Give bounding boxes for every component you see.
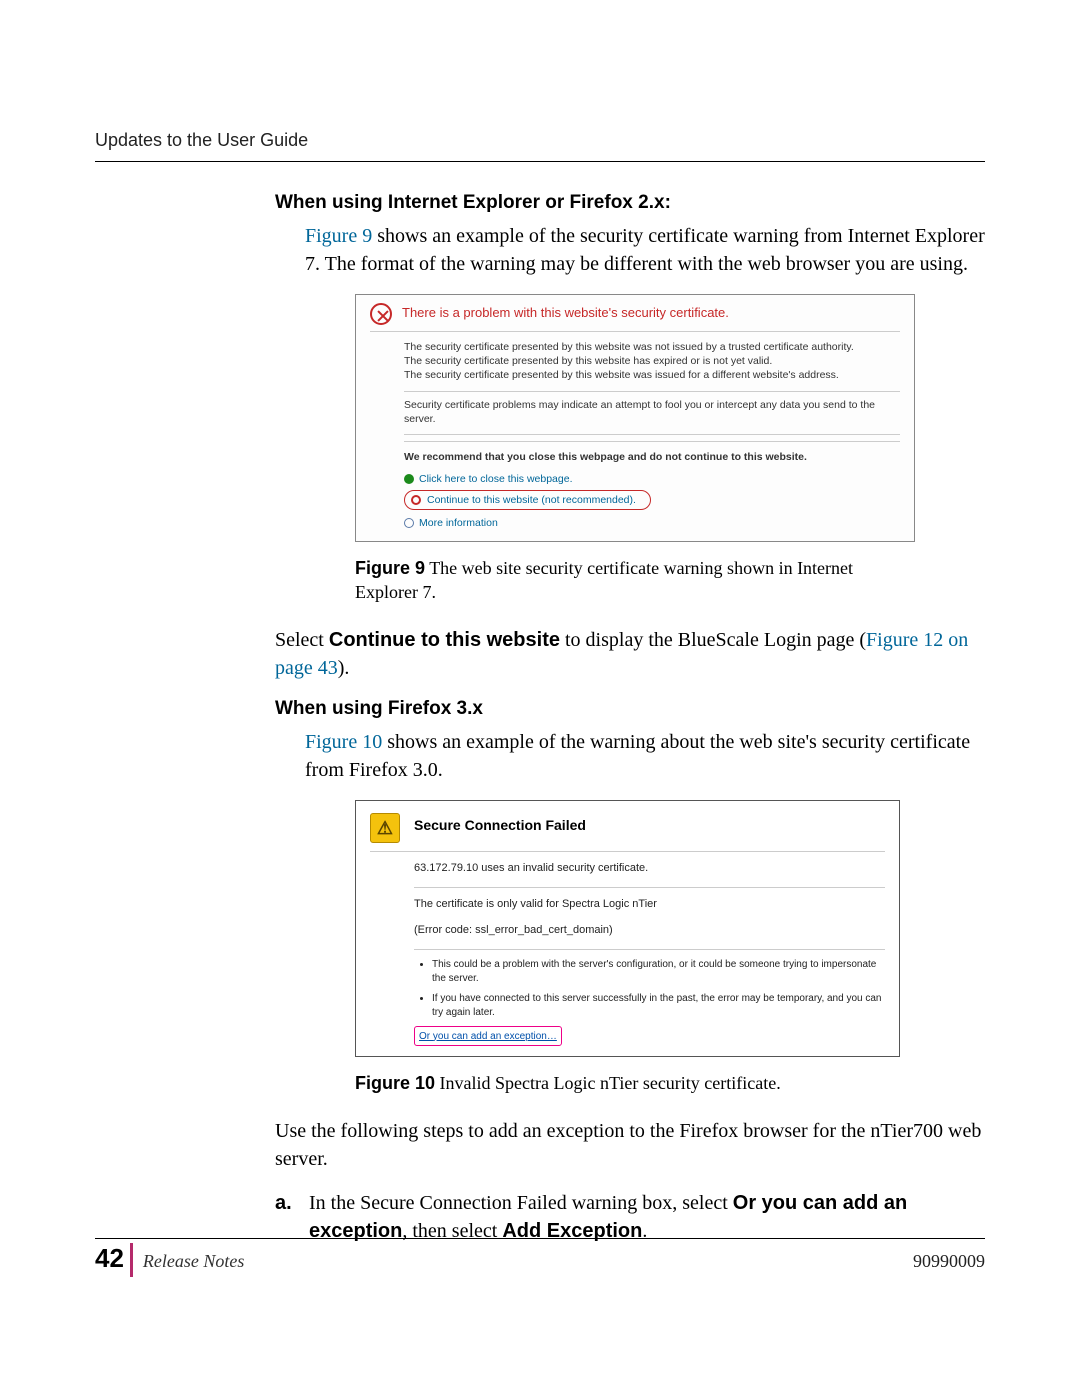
ff-bullet-2: If you have connected to this server suc… — [432, 992, 885, 1020]
warning-circle-icon — [411, 495, 421, 505]
figure9-caption: Figure 9 The web site security certifica… — [355, 556, 895, 605]
paragraph-intro-ie: Figure 9 shows an example of the securit… — [305, 222, 985, 278]
ff-detail-1: 63.172.79.10 uses an invalid security ce… — [414, 860, 885, 877]
ie-continue-link[interactable]: Continue to this website (not recommende… — [427, 493, 636, 507]
ff-add-exception-link[interactable]: Or you can add an exception… — [419, 1031, 557, 1042]
figure-firefox-warning-box: ⚠ Secure Connection Failed 63.172.79.10 … — [355, 800, 900, 1057]
ie-detail-1: The security certificate presented by th… — [404, 340, 900, 383]
footer-doc-title: Release Notes — [143, 1251, 913, 1272]
paragraph-select-continue: Select Continue to this website to displ… — [275, 626, 985, 682]
error-shield-icon — [370, 303, 392, 325]
figure-ie-warning-box: There is a problem with this website's s… — [355, 294, 915, 542]
ff-warning-title: Secure Connection Failed — [414, 813, 586, 843]
warning-passport-icon: ⚠ — [370, 813, 400, 843]
paragraph-use-steps: Use the following steps to add an except… — [275, 1117, 985, 1173]
figure10-ref-link[interactable]: Figure 10 — [305, 731, 382, 753]
figure10-caption: Figure 10 Invalid Spectra Logic nTier se… — [355, 1071, 895, 1095]
running-header: Updates to the User Guide — [95, 130, 985, 162]
ie-more-info-link[interactable]: More information — [419, 516, 498, 530]
ff-error-code: (Error code: ssl_error_bad_cert_domain) — [414, 922, 885, 939]
page-number: 42 — [95, 1243, 124, 1274]
footer-doc-code: 90990009 — [913, 1251, 985, 1272]
ie-detail-2: Security certificate problems may indica… — [404, 398, 900, 426]
figure9-ref-link[interactable]: Figure 9 — [305, 225, 372, 247]
ie-warning-title: There is a problem with this website's s… — [402, 303, 729, 320]
ff-detail-2: The certificate is only valid for Spectr… — [414, 896, 885, 913]
paragraph-intro-ff: Figure 10 shows an example of the warnin… — [305, 728, 985, 784]
info-icon — [404, 518, 414, 528]
check-icon — [404, 474, 414, 484]
ie-close-link[interactable]: Click here to close this webpage. — [419, 472, 573, 486]
ff-bullet-1: This could be a problem with the server'… — [432, 958, 885, 986]
footer-divider — [130, 1243, 133, 1277]
heading-firefox3: When using Firefox 3.x — [275, 698, 985, 720]
heading-ie-firefox2: When using Internet Explorer or Firefox … — [275, 192, 985, 214]
ie-recommend: We recommend that you close this webpage… — [404, 441, 900, 464]
